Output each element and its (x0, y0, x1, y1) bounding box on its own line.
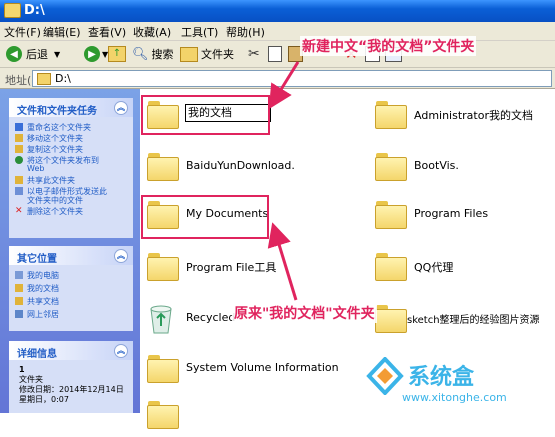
watermark-url: www.xitonghe.com (402, 391, 507, 404)
arrow-to-new-folder (268, 61, 300, 110)
watermark-logo: 系统盒 www.xitonghe.com (360, 355, 555, 413)
logo-icon (366, 357, 404, 395)
arrow-to-original-folder (267, 222, 298, 301)
annotation-arrows (267, 61, 300, 301)
annotation-top: 新建中文“我的文档”文件夹 (300, 36, 477, 56)
annotation-bottom: 原来"我的文档"文件夹 (232, 303, 377, 323)
watermark-brand: 系统盒 (408, 365, 475, 390)
